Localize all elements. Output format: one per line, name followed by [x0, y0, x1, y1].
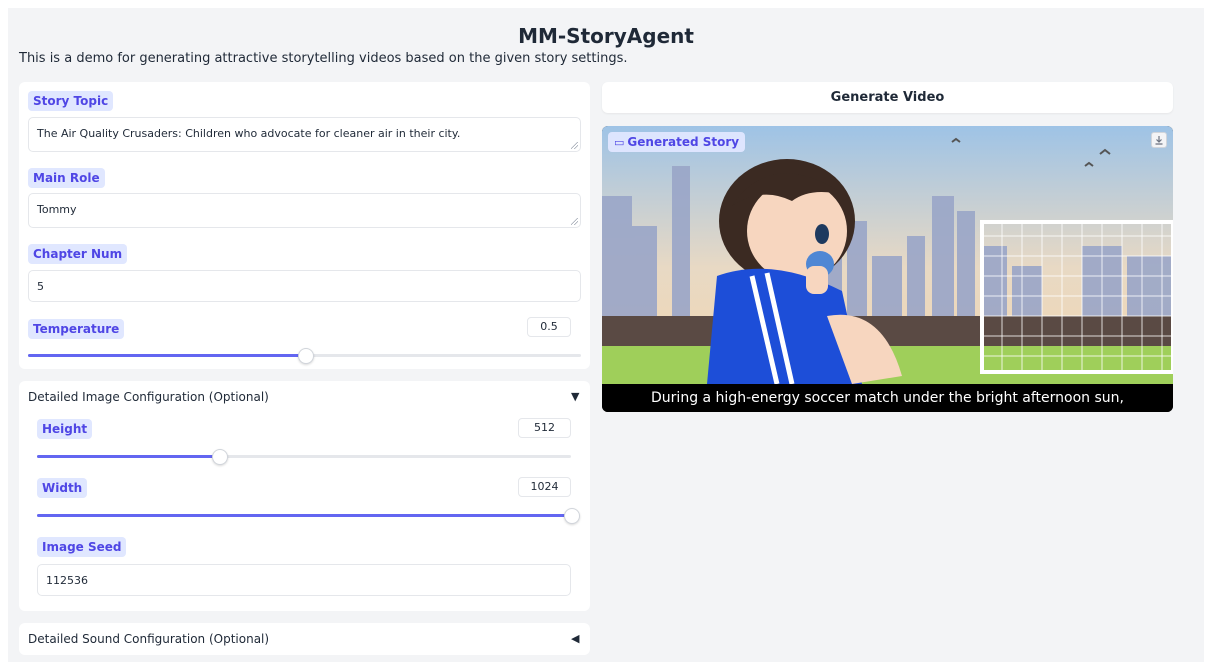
height-slider[interactable]	[37, 449, 571, 465]
image-config-title[interactable]: Detailed Image Configuration (Optional)	[28, 390, 269, 404]
resize-handle-icon[interactable]	[571, 218, 578, 225]
story-topic-label: Story Topic	[28, 91, 114, 111]
temperature-slider[interactable]	[28, 348, 581, 364]
image-seed-label: Image Seed	[37, 537, 127, 557]
story-settings-panel: Story Topic The Air Quality Crusaders: C…	[19, 82, 590, 369]
sound-config-accordion[interactable]: Detailed Sound Configuration (Optional) …	[19, 623, 590, 655]
story-topic-input[interactable]: The Air Quality Crusaders: Children who …	[28, 117, 581, 152]
sound-config-title[interactable]: Detailed Sound Configuration (Optional)	[28, 632, 269, 646]
main-role-input[interactable]: Tommy	[28, 193, 581, 228]
page-subtitle: This is a demo for generating attractive…	[19, 51, 628, 66]
collapse-arrow-icon[interactable]: ▼	[571, 390, 579, 403]
generated-story-label: ▭ Generated Story	[608, 132, 746, 152]
temperature-number-input[interactable]: 0.5	[527, 317, 571, 337]
chapter-num-label: Chapter Num	[28, 244, 128, 264]
temperature-label: Temperature	[28, 319, 125, 339]
page-background: MM-StoryAgent This is a demo for generat…	[8, 8, 1204, 662]
main-role-value: Tommy	[37, 203, 77, 216]
download-icon[interactable]	[1151, 132, 1167, 148]
height-number-input[interactable]: 512	[518, 418, 571, 438]
temperature-slider-thumb[interactable]	[297, 348, 314, 364]
height-slider-fill	[37, 455, 219, 458]
image-seed-value: 112536	[46, 574, 88, 587]
generated-story-video[interactable]: ▭ Generated Story During a high-energy so…	[602, 126, 1173, 412]
expand-arrow-icon[interactable]: ◀	[571, 632, 579, 645]
temperature-slider-fill	[28, 354, 305, 357]
image-seed-input[interactable]: 112536	[37, 564, 571, 596]
video-frame	[602, 126, 1173, 384]
video-camera-icon: ▭	[614, 136, 625, 149]
story-topic-value: The Air Quality Crusaders: Children who …	[37, 127, 461, 140]
height-slider-thumb[interactable]	[211, 449, 228, 465]
page-title: MM-StoryAgent	[518, 24, 694, 48]
image-config-accordion: Detailed Image Configuration (Optional) …	[19, 381, 590, 611]
stadium-wall	[602, 316, 1173, 346]
video-caption: During a high-energy soccer match under …	[602, 384, 1173, 412]
resize-handle-icon[interactable]	[571, 142, 578, 149]
width-label: Width	[37, 478, 88, 498]
height-label: Height	[37, 419, 93, 439]
width-slider-fill	[37, 514, 571, 517]
width-slider-thumb[interactable]	[564, 508, 580, 524]
width-slider[interactable]	[37, 508, 580, 524]
chapter-num-value: 5	[37, 280, 44, 293]
generated-story-label-text: Generated Story	[627, 135, 740, 149]
generate-video-button[interactable]: Generate Video	[602, 82, 1173, 113]
main-role-label: Main Role	[28, 168, 105, 188]
width-number-input[interactable]: 1024	[518, 477, 571, 497]
chapter-num-input[interactable]: 5	[28, 270, 581, 302]
